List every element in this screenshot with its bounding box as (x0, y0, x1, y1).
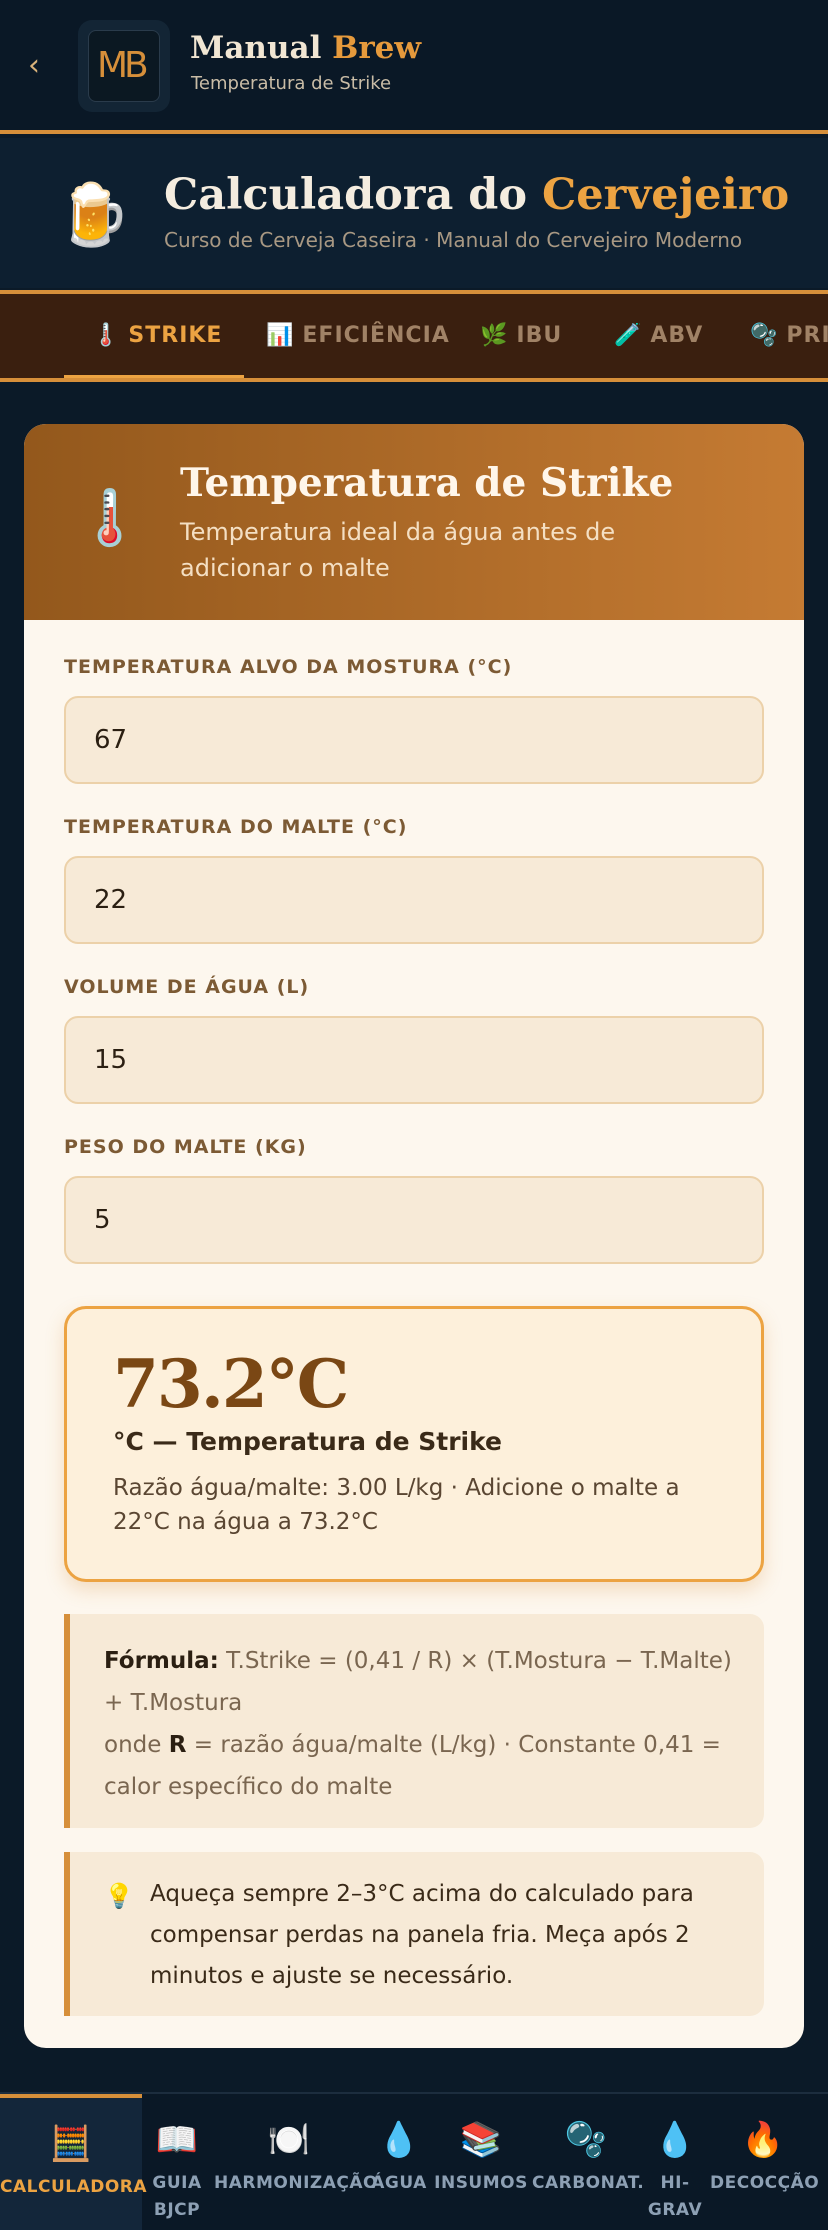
nav-guia-bjcp[interactable]: 📖 GUIA BJCP (144, 2094, 210, 2230)
nav-label: CARBONAT. (532, 2173, 645, 2193)
tab-label: EFICIÊNCIA (302, 323, 450, 348)
brand-logo: MB (78, 20, 170, 112)
mash-target-temp-input[interactable] (64, 696, 764, 784)
result-description: Razão água/malte: 3.00 L/kg · Adicione o… (113, 1475, 680, 1535)
nav-label: CALCULADORA (0, 2177, 148, 2197)
nav-label: HI-GRAV (647, 2173, 703, 2220)
thermometer-icon: 🌡️ (76, 486, 144, 549)
app-bar: ‹ MB Manual Brew Temperatura de Strike (0, 0, 828, 134)
nav-agua[interactable]: 💧 ÁGUA (368, 2094, 430, 2230)
nav-decoccao[interactable]: 🔥 DECOCÇÃO (710, 2094, 820, 2230)
tab-eficiencia[interactable]: 📊 EFICIÊNCIA (266, 294, 450, 378)
tab-label: IBU (516, 323, 563, 348)
card-header: 🌡️ Temperatura de Strike Temperatura ide… (24, 424, 804, 620)
tab-strike[interactable]: 🌡️ STRIKE (63, 294, 246, 378)
thermometer-icon: 🌡️ (92, 323, 121, 348)
tab-label: ABV (650, 323, 704, 348)
back-arrow-icon[interactable]: ‹ (28, 48, 40, 84)
page-title-accent: Cervejeiro (542, 170, 790, 220)
abacus-icon: 🧮 (49, 2124, 93, 2164)
nav-calculadora[interactable]: 🧮 CALCULADORA (0, 2094, 148, 2230)
nav-hi-grav[interactable]: 💧 HI-GRAV (644, 2094, 706, 2230)
brand-name: Manual Brew (190, 30, 421, 66)
calculator-tabs: 🌡️ STRIKE 📊 EFICIÊNCIA 🌿 IBU 🧪 ABV 🫧 PRIMING (0, 290, 828, 382)
hero-header: 🍺 Calculadora do Cervejeiro Curso de Cer… (0, 138, 828, 288)
water-drop-icon: 💧 (653, 2120, 697, 2160)
nav-label: ÁGUA (371, 2173, 427, 2193)
bubbles-icon: 🫧 (564, 2120, 608, 2160)
tab-label: STRIKE (128, 323, 223, 348)
tip-box: 💡 Aqueça sempre 2–3°C acima do calculado… (64, 1852, 764, 2016)
nav-label: HARMONIZAÇÃO (214, 2173, 378, 2193)
nav-carbonatacao[interactable]: 🫧 CARBONAT. (532, 2094, 645, 2230)
tab-abv[interactable]: 🧪 ABV (614, 294, 703, 378)
tab-label: PRIMING (786, 323, 828, 348)
result-unit-label: °C — Temperatura de Strike (113, 1427, 503, 1456)
bottom-navigation: 🧮 CALCULADORA 📖 GUIA BJCP 🍽️ HARMONIZAÇÃ… (0, 2092, 828, 2230)
nav-label: GUIA BJCP (152, 2173, 202, 2220)
malt-temp-input[interactable] (64, 856, 764, 944)
malt-temp-label: TEMPERATURA DO MALTE (°C) (64, 816, 408, 838)
nav-insumos[interactable]: 📚 INSUMOS (434, 2094, 528, 2230)
plate-icon: 🍽️ (267, 2120, 311, 2160)
formula-label: Fórmula: (104, 1648, 219, 1674)
app-bar-subtitle: Temperatura de Strike (191, 73, 392, 94)
fire-icon: 🔥 (741, 2120, 785, 2160)
bubbles-icon: 🫧 (750, 323, 779, 348)
strike-temp-result: 73.2°C (113, 1345, 349, 1423)
logo-text: MB (97, 45, 149, 86)
tip-text: Aqueça sempre 2–3°C acima do calculado p… (150, 1881, 694, 1989)
formula-box: Fórmula: T.Strike = (0,41 / R) × (T.Most… (64, 1614, 764, 1828)
brand-name-main: Manual (190, 30, 322, 66)
water-volume-input[interactable] (64, 1016, 764, 1104)
beer-mug-icon: 🍺 (56, 180, 131, 250)
card-subtitle: Temperatura ideal da água antes de adici… (180, 518, 616, 582)
result-box: 73.2°C °C — Temperatura de Strike Razão … (64, 1306, 764, 1582)
malt-weight-label: PESO DO MALTE (KG) (64, 1136, 307, 1158)
test-tube-icon: 🧪 (614, 323, 643, 348)
formula-where-text: = razão água/malte (L/kg) · Constante 0,… (104, 1732, 721, 1800)
nav-harmonizacao[interactable]: 🍽️ HARMONIZAÇÃO (214, 2094, 378, 2230)
open-book-icon: 📖 (155, 2120, 199, 2160)
brand-name-accent: Brew (332, 30, 422, 66)
malt-weight-input[interactable] (64, 1176, 764, 1264)
card-title: Temperatura de Strike (180, 460, 674, 506)
formula-where-variable: R (168, 1732, 187, 1758)
page-title-main: Calculadora do (164, 170, 528, 220)
water-volume-label: VOLUME DE ÁGUA (L) (64, 976, 310, 998)
water-drop-icon: 💧 (377, 2120, 421, 2160)
herb-icon: 🌿 (480, 323, 509, 348)
tab-priming[interactable]: 🫧 PRIMING (750, 294, 828, 378)
books-icon: 📚 (459, 2120, 503, 2160)
strike-calculator-card: 🌡️ Temperatura de Strike Temperatura ide… (24, 424, 804, 2048)
logo-frame: MB (88, 30, 160, 102)
mash-target-temp-label: TEMPERATURA ALVO DA MOSTURA (°C) (64, 656, 513, 678)
page-title: Calculadora do Cervejeiro (164, 170, 789, 220)
nav-label: INSUMOS (434, 2173, 528, 2193)
formula-where-prefix: onde (104, 1732, 169, 1758)
nav-label: DECOCÇÃO (710, 2173, 820, 2193)
lightbulb-icon: 💡 (104, 1882, 134, 1910)
page-subtitle: Curso de Cerveja Caseira · Manual do Cer… (164, 228, 743, 252)
bar-chart-icon: 📊 (266, 323, 295, 348)
tab-ibu[interactable]: 🌿 IBU (480, 294, 562, 378)
